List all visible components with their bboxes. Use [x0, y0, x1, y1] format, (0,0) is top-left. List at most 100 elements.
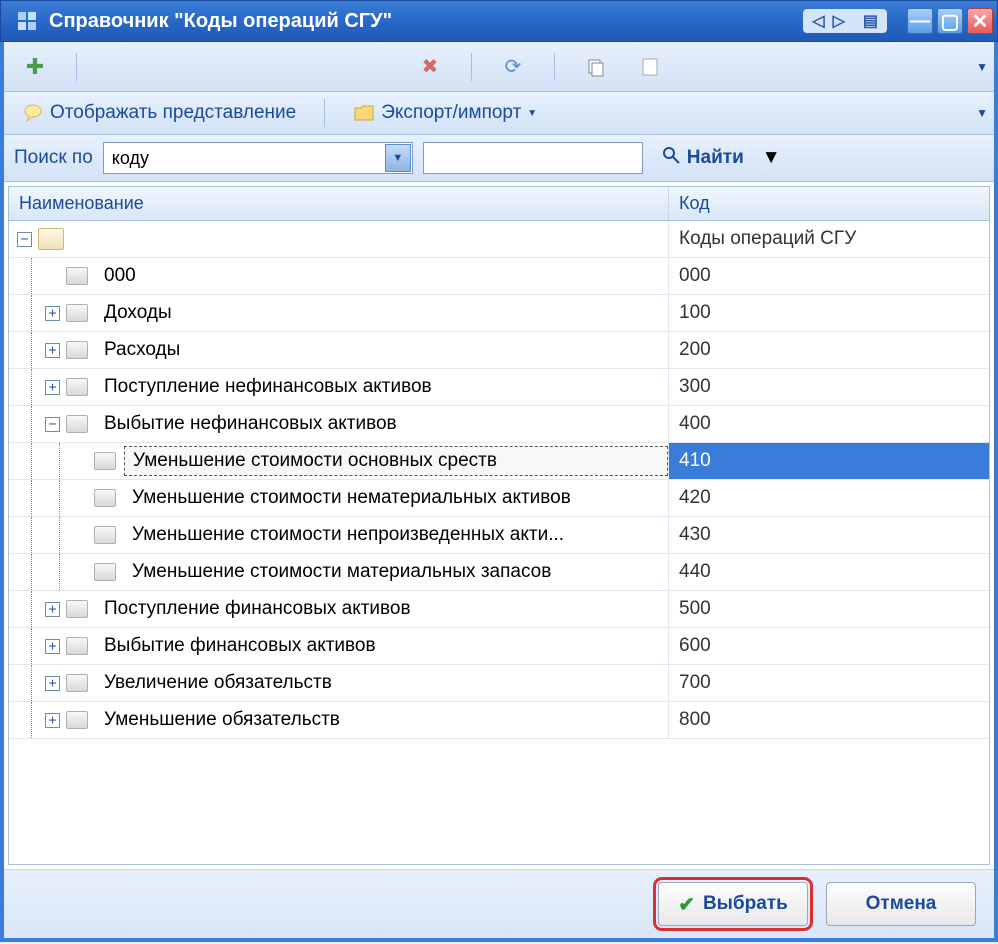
- column-header-code[interactable]: Код: [669, 187, 989, 220]
- main-toolbar: Отображать представление Экспорт/импорт …: [4, 92, 994, 135]
- expand-icon[interactable]: +: [45, 343, 60, 358]
- document-icon[interactable]: [639, 56, 661, 78]
- app-icon: [15, 9, 39, 33]
- collapse-icon[interactable]: −: [17, 232, 32, 247]
- minimize-button[interactable]: —: [907, 8, 933, 34]
- maximize-button[interactable]: ▢: [937, 8, 963, 34]
- nav-buttons: ◁ ▷ ▤: [803, 9, 887, 33]
- expander-spacer: +: [73, 528, 88, 543]
- tree-node-label: Уменьшение стоимости материальных запасо…: [124, 557, 668, 587]
- expand-icon[interactable]: +: [45, 602, 60, 617]
- folder-icon: [66, 304, 88, 322]
- folder-icon: [66, 378, 88, 396]
- tree-node-label: Увеличение обязательств: [96, 668, 668, 698]
- search-input[interactable]: [423, 142, 643, 174]
- tree-node-code: 500: [669, 591, 989, 627]
- tree-node-code: 800: [669, 702, 989, 738]
- refresh-icon[interactable]: ⟳: [502, 56, 524, 78]
- tree-row[interactable]: + Уменьшение стоимости материальных запа…: [9, 554, 989, 591]
- nav-next-icon[interactable]: ▷: [830, 11, 848, 31]
- expand-icon[interactable]: +: [45, 676, 60, 691]
- find-label: Найти: [687, 147, 744, 169]
- tree-node-code: 410: [669, 443, 989, 479]
- tree-node-code: 420: [669, 480, 989, 516]
- expander-spacer: +: [45, 269, 60, 284]
- search-icon: [661, 145, 681, 171]
- folder-icon: [66, 267, 88, 285]
- tree-node-label: Выбытие нефинансовых активов: [96, 409, 668, 439]
- folder-icon: [353, 102, 375, 124]
- folder-icon: [66, 711, 88, 729]
- tree-node-label: Уменьшение обязательств: [96, 705, 668, 735]
- tree-node-code: 700: [669, 665, 989, 701]
- find-button[interactable]: Найти: [653, 141, 752, 175]
- tree-node-code: 300: [669, 369, 989, 405]
- folder-icon: [66, 600, 88, 618]
- expand-icon[interactable]: +: [45, 306, 60, 321]
- comment-icon: [22, 102, 44, 124]
- delete-icon[interactable]: ✖: [419, 56, 441, 78]
- chevron-down-icon: ▼: [527, 108, 537, 119]
- tree-row[interactable]: + Уменьшение стоимости непроизведенных а…: [9, 517, 989, 554]
- search-label: Поиск по: [14, 147, 93, 169]
- tree-root-row[interactable]: − Коды операций СГУ: [9, 221, 989, 258]
- expand-icon[interactable]: +: [45, 380, 60, 395]
- cancel-button[interactable]: Отмена: [826, 882, 976, 926]
- tree-row[interactable]: + Уменьшение стоимости нематериальных ак…: [9, 480, 989, 517]
- column-header-name[interactable]: Наименование: [9, 187, 669, 220]
- tree-node-label: Поступление нефинансовых активов: [96, 372, 668, 402]
- nav-prev-icon[interactable]: ◁: [809, 11, 827, 31]
- tree-row[interactable]: + Уменьшение стоимости основных среств 4…: [9, 443, 989, 480]
- toolbar-chevron-icon[interactable]: ▼: [976, 60, 988, 74]
- folder-icon: [66, 341, 88, 359]
- tree-node-label: [72, 224, 668, 254]
- folder-icon: [66, 674, 88, 692]
- tree-row[interactable]: + Выбытие финансовых активов 600: [9, 628, 989, 665]
- tree-row[interactable]: − Выбытие нефинансовых активов 400: [9, 406, 989, 443]
- window-title: Справочник "Коды операций СГУ": [49, 10, 803, 33]
- expander-spacer: +: [73, 565, 88, 580]
- add-icon[interactable]: ✚: [24, 56, 46, 78]
- tree-row[interactable]: + Доходы 100: [9, 295, 989, 332]
- toolbar-chevron-icon[interactable]: ▼: [762, 147, 781, 169]
- tree-row[interactable]: + Увеличение обязательств 700: [9, 665, 989, 702]
- tree-node-label: 000: [96, 261, 668, 291]
- grid-header: Наименование Код: [9, 187, 989, 221]
- export-import-button[interactable]: Экспорт/импорт ▼: [345, 98, 545, 128]
- search-mode-select[interactable]: [103, 142, 413, 174]
- expander-spacer: +: [73, 454, 88, 469]
- tree-node-code: Коды операций СГУ: [669, 221, 989, 257]
- tree-node-code: 000: [669, 258, 989, 294]
- expand-icon[interactable]: +: [45, 639, 60, 654]
- select-label: Выбрать: [703, 893, 788, 915]
- tree-row[interactable]: + Уменьшение обязательств 800: [9, 702, 989, 739]
- tree-row[interactable]: + 000 000: [9, 258, 989, 295]
- tree-node-label: Выбытие финансовых активов: [96, 631, 668, 661]
- copy-icon[interactable]: [585, 56, 607, 78]
- check-icon: ✔: [678, 892, 695, 917]
- tree-node-code: 200: [669, 332, 989, 368]
- folder-icon: [94, 489, 116, 507]
- tree-row[interactable]: + Расходы 200: [9, 332, 989, 369]
- close-button[interactable]: ✕: [967, 8, 993, 34]
- expand-icon[interactable]: +: [45, 713, 60, 728]
- toolbar-chevron-icon[interactable]: ▼: [976, 106, 988, 120]
- select-button[interactable]: ✔ Выбрать: [658, 882, 808, 926]
- search-bar: Поиск по ▼ Найти ▼: [4, 135, 994, 182]
- tree-node-label: Уменьшение стоимости непроизведенных акт…: [124, 520, 668, 550]
- tree-node-code: 100: [669, 295, 989, 331]
- tree-row[interactable]: + Поступление нефинансовых активов 300: [9, 369, 989, 406]
- tree-node-label: Уменьшение стоимости основных среств: [124, 446, 668, 476]
- tree-node-code: 430: [669, 517, 989, 553]
- book-icon: [38, 228, 64, 250]
- folder-icon: [94, 526, 116, 544]
- chevron-down-icon[interactable]: ▼: [385, 144, 411, 172]
- tree-row[interactable]: + Поступление финансовых активов 500: [9, 591, 989, 628]
- folder-icon: [94, 452, 116, 470]
- collapse-icon[interactable]: −: [45, 417, 60, 432]
- nav-menu-icon[interactable]: ▤: [860, 11, 881, 31]
- display-view-button[interactable]: Отображать представление: [14, 98, 304, 128]
- data-grid: Наименование Код − Коды операций СГУ + 0…: [8, 186, 990, 865]
- cancel-label: Отмена: [866, 893, 937, 915]
- footer: ✔ Выбрать Отмена: [4, 869, 994, 938]
